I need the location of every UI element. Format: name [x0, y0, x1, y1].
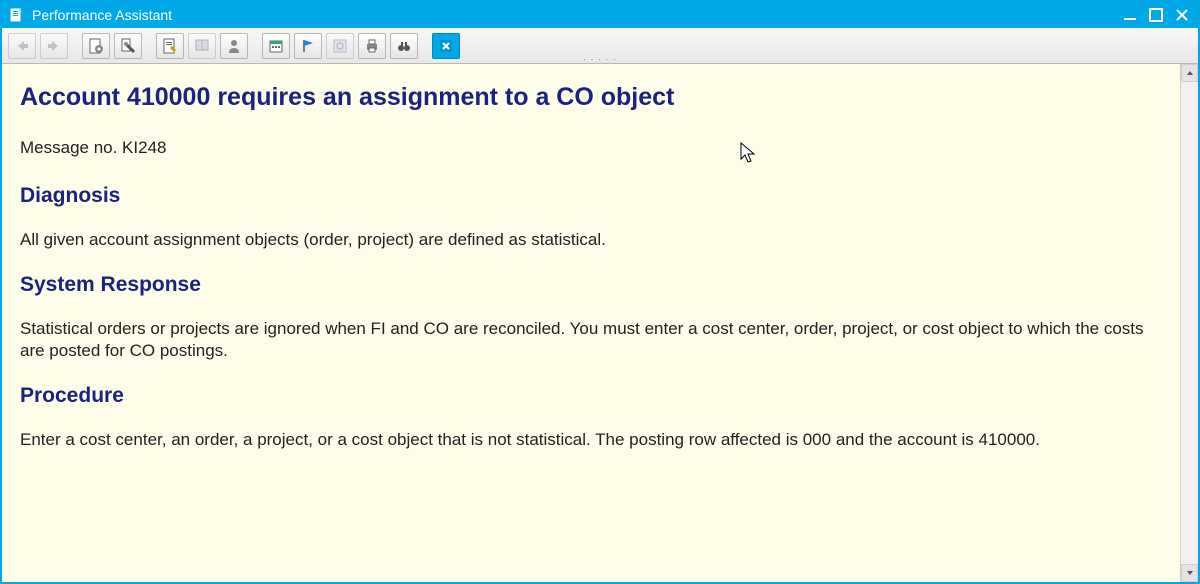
gear-box-icon	[332, 38, 348, 54]
print-button[interactable]	[358, 33, 386, 59]
binoculars-icon	[396, 38, 412, 54]
window-title: Performance Assistant	[32, 7, 1120, 23]
section-heading-procedure: Procedure	[20, 383, 1162, 409]
user-button[interactable]	[220, 33, 248, 59]
section-heading-system-response: System Response	[20, 272, 1162, 298]
arrow-left-icon	[14, 39, 30, 53]
calendar-icon	[268, 38, 284, 54]
vertical-scrollbar[interactable]	[1180, 64, 1198, 582]
performance-assistant-window: Performance Assistant	[0, 0, 1200, 584]
app-icon	[8, 6, 26, 24]
chevron-up-icon	[1185, 68, 1195, 78]
window-controls	[1120, 6, 1192, 24]
section-text-procedure: Enter a cost center, an order, a project…	[20, 429, 1162, 450]
toolbar: · · · · ·	[2, 28, 1198, 64]
edit-document-button[interactable]	[156, 33, 184, 59]
printer-icon	[364, 38, 380, 54]
message-number: Message no. KI248	[20, 137, 1162, 158]
person-icon	[226, 38, 242, 54]
flag-button[interactable]	[294, 33, 322, 59]
customize-local-layout-button[interactable]	[114, 33, 142, 59]
section-text-diagnosis: All given account assignment objects (or…	[20, 229, 1162, 250]
content-area: Account 410000 requires an assignment to…	[2, 64, 1198, 582]
maximize-button[interactable]	[1146, 6, 1166, 24]
titlebar[interactable]: Performance Assistant	[2, 2, 1198, 28]
minimize-button[interactable]	[1120, 6, 1140, 24]
x-box-icon	[439, 39, 453, 53]
toolbar-grip[interactable]: · · · · ·	[583, 54, 617, 64]
find-button[interactable]	[390, 33, 418, 59]
nav-back-button[interactable]	[8, 33, 36, 59]
section-text-system-response: Statistical orders or projects are ignor…	[20, 318, 1162, 361]
scroll-down-button[interactable]	[1181, 564, 1198, 582]
close-help-button[interactable]	[432, 33, 460, 59]
page-pencil-icon	[162, 38, 178, 54]
scroll-up-button[interactable]	[1181, 64, 1198, 82]
flag-icon	[300, 38, 316, 54]
calendar-button[interactable]	[262, 33, 290, 59]
section-heading-diagnosis: Diagnosis	[20, 183, 1162, 209]
arrow-right-icon	[46, 39, 62, 53]
wrench-page-icon	[120, 38, 136, 54]
message-title: Account 410000 requires an assignment to…	[20, 82, 1162, 113]
page-gear-icon	[88, 38, 104, 54]
book-icon	[194, 38, 210, 54]
chevron-down-icon	[1185, 568, 1195, 578]
technical-info-button[interactable]	[82, 33, 110, 59]
help-content: Account 410000 requires an assignment to…	[2, 64, 1180, 582]
close-button[interactable]	[1172, 6, 1192, 24]
nav-forward-button[interactable]	[40, 33, 68, 59]
settings-button[interactable]	[326, 33, 354, 59]
application-help-button[interactable]	[188, 33, 216, 59]
